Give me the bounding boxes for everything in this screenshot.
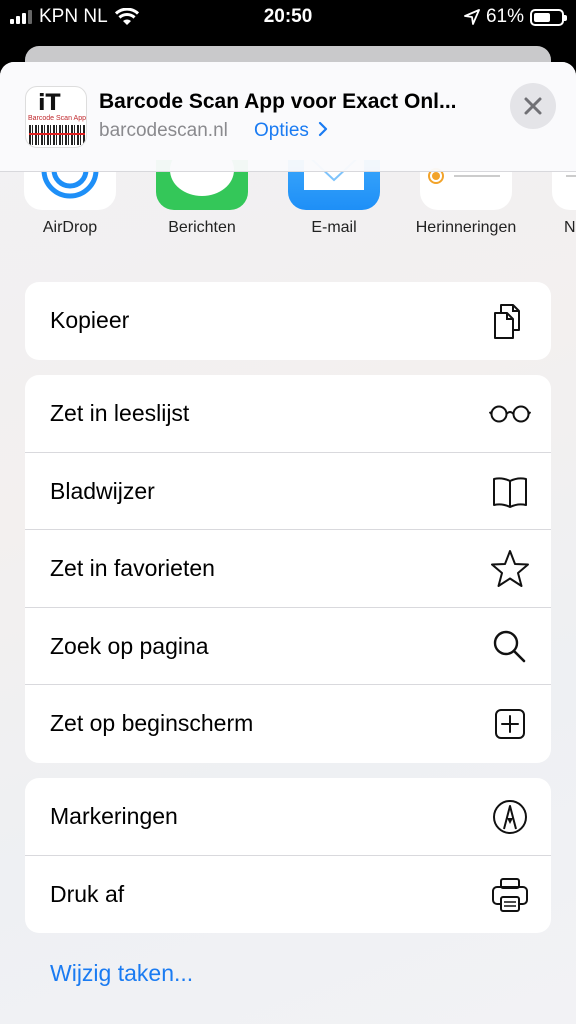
app-icon: iT Barcode Scan App [25, 86, 87, 148]
page-domain: barcodescan.nl [99, 120, 228, 141]
action-markup[interactable]: Markeringen [25, 778, 551, 856]
share-target-label: AirDrop [42, 219, 98, 236]
scan-line [29, 133, 85, 135]
share-target-label: Herinneringen [415, 219, 517, 236]
share-target-label: E-mail [311, 219, 357, 236]
action-print[interactable]: Druk af [25, 856, 551, 934]
action-label: Kopieer [50, 307, 130, 333]
printer-icon [492, 877, 528, 912]
battery-icon [530, 8, 567, 26]
action-group-page: Zet in leeslijst Bladwijzer Zet in favor… [25, 375, 551, 763]
action-add-to-home[interactable]: Zet op beginscherm [25, 685, 551, 763]
share-target-label: Berichten [168, 219, 236, 236]
action-group-copy: Kopieer [25, 282, 551, 360]
share-sheet-header: iT Barcode Scan App Barcode Scan App voo… [0, 62, 576, 172]
markup-icon [493, 800, 527, 834]
close-icon [524, 97, 542, 115]
action-bookmark[interactable]: Bladwijzer [25, 453, 551, 530]
location-icon [464, 9, 480, 25]
share-sheet: iT Barcode Scan App Barcode Scan App voo… [0, 62, 576, 1024]
action-label: Zet op beginscherm [50, 710, 254, 736]
action-copy[interactable]: Kopieer [25, 282, 551, 360]
edit-actions-link[interactable]: Wijzig taken... [50, 960, 193, 987]
options-link[interactable]: Opties [254, 120, 329, 142]
action-reading-list[interactable]: Zet in leeslijst [25, 375, 551, 453]
share-target-label: N [564, 219, 576, 236]
share-targets-row: AirDrop Berichten E-mail Herinneringen N [0, 160, 576, 252]
status-bar: KPN NL 20:50 61% [0, 0, 576, 34]
action-label: Zoek op pagina [50, 632, 209, 659]
options-label: Opties [254, 120, 309, 141]
star-icon [491, 550, 529, 587]
chevron-right-icon [319, 121, 328, 137]
barcode-graphic [29, 125, 85, 145]
glasses-icon [489, 405, 531, 423]
search-icon [493, 630, 526, 662]
add-square-icon [495, 709, 525, 739]
action-label: Bladwijzer [50, 477, 155, 504]
action-label: Druk af [50, 880, 125, 907]
action-group-tools: Markeringen Druk af [25, 778, 551, 933]
app-icon-logo: iT [38, 91, 61, 116]
action-favorites[interactable]: Zet in favorieten [25, 530, 551, 608]
battery-percent: 61% [485, 6, 524, 27]
page-title: Barcode Scan App voor Exact Onl... [99, 90, 457, 113]
app-icon-subtext: Barcode Scan App [28, 115, 86, 122]
status-right: 61% [464, 6, 567, 28]
action-label: Markeringen [50, 803, 178, 829]
close-button[interactable] [510, 83, 556, 129]
action-find-on-page[interactable]: Zoek op pagina [25, 608, 551, 685]
action-label: Zet in favorieten [50, 555, 215, 581]
copy-icon [494, 304, 520, 339]
action-label: Zet in leeslijst [50, 400, 190, 426]
book-icon [493, 476, 527, 508]
